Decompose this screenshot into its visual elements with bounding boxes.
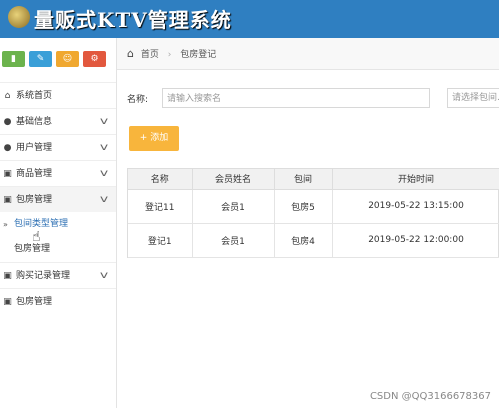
- data-table: 名称 会员姓名 包间 开始时间 登记11 会员1 包房5 2019-05-22 …: [127, 168, 499, 258]
- sidebar-item-label: 基础信息: [16, 117, 53, 127]
- image-icon: ▣: [3, 195, 12, 205]
- chevron-down-icon: v: [99, 142, 109, 153]
- app-logo-icon: [8, 6, 30, 28]
- add-button[interactable]: + 添加: [129, 126, 179, 151]
- sidebar-item-rooms[interactable]: ▣ 包房管理 v: [0, 186, 116, 212]
- column-header[interactable]: 会员姓名: [192, 169, 275, 190]
- sidebar-subitem-label: 包间类型管理: [14, 219, 69, 229]
- sidebar-item-basic-info[interactable]: ● 基础信息 v: [0, 108, 116, 134]
- sidebar-item-products[interactable]: ▣ 商品管理 v: [0, 160, 116, 186]
- chevron-down-icon: v: [99, 270, 109, 281]
- table-row[interactable]: 登记11 会员1 包房5 2019-05-22 13:15:00: [128, 189, 499, 224]
- table-cell: 会员1: [192, 223, 275, 258]
- image-icon: ▣: [3, 169, 12, 179]
- breadcrumb-separator: ›: [167, 50, 172, 60]
- chevron-down-icon: v: [99, 116, 109, 127]
- gears-icon[interactable]: ⚙: [83, 51, 106, 67]
- sidebar-item-users[interactable]: ● 用户管理 v: [0, 134, 116, 160]
- breadcrumb-current: 包房登记: [180, 50, 217, 60]
- sidebar: ▮ ✎ ☺ ⚙ ⌂ 系统首页 ● 基础信息 v ● 用户管理 v ▣ 商品管理 …: [0, 38, 117, 408]
- table-cell: 2019-05-22 12:00:00: [332, 223, 499, 258]
- column-header[interactable]: 名称: [128, 169, 193, 190]
- user-icon: ●: [3, 117, 12, 127]
- image-icon: ▣: [3, 271, 12, 281]
- pencil-icon[interactable]: ✎: [29, 51, 52, 67]
- sidebar-item-purchase-records[interactable]: ▣ 购买记录管理 v: [0, 262, 116, 288]
- user-icon: ●: [3, 143, 12, 153]
- column-header[interactable]: 包间: [274, 169, 333, 190]
- breadcrumb-home[interactable]: 首页: [141, 50, 159, 60]
- sidebar-subitem-room-manage[interactable]: 包房管理: [0, 237, 116, 262]
- table-cell: 会员1: [192, 189, 275, 224]
- bullet-icon: »: [3, 220, 8, 229]
- sidebar-item-label: 包房管理: [16, 195, 53, 205]
- chevron-down-icon: v: [99, 194, 109, 205]
- image-icon: ▣: [3, 297, 12, 307]
- chart-icon[interactable]: ▮: [2, 51, 25, 67]
- sidebar-subitem-room-types[interactable]: » 包间类型管理: [0, 212, 116, 237]
- table-cell: 包房5: [274, 189, 333, 224]
- app-title: 量贩式KTV管理系统: [34, 8, 232, 32]
- sidebar-item-home[interactable]: ⌂ 系统首页: [0, 82, 116, 108]
- main-content: ⌂ 首页 › 包房登记 名称: 请选择包间... + 添加 名称 会员姓名 包间…: [117, 38, 499, 408]
- sidebar-item-label: 用户管理: [16, 143, 53, 153]
- search-label: 名称:: [127, 95, 149, 105]
- users-icon[interactable]: ☺: [56, 51, 79, 67]
- table-row[interactable]: 登记1 会员1 包房4 2019-05-22 12:00:00: [128, 223, 499, 258]
- table-cell: 包房4: [274, 223, 333, 258]
- sidebar-item-rooms-2[interactable]: ▣ 包房管理: [0, 288, 116, 314]
- breadcrumb: ⌂ 首页 › 包房登记: [117, 38, 499, 70]
- table-cell: 登记11: [128, 189, 193, 224]
- home-icon: ⌂: [4, 91, 11, 101]
- sidebar-item-label: 购买记录管理: [16, 271, 71, 281]
- sidebar-subitem-label: 包房管理: [14, 244, 51, 254]
- mouse-pointer-icon: ☝: [32, 229, 41, 245]
- sidebar-item-label: 商品管理: [16, 169, 53, 179]
- app-header: 量贩式KTV管理系统: [0, 0, 499, 38]
- table-header-row: 名称 会员姓名 包间 开始时间: [128, 169, 499, 190]
- sidebar-toolbar: ▮ ✎ ☺ ⚙: [0, 38, 116, 82]
- chevron-down-icon: v: [99, 168, 109, 179]
- column-header[interactable]: 开始时间: [332, 169, 499, 190]
- search-input[interactable]: [162, 88, 430, 108]
- room-select[interactable]: 请选择包间...: [447, 88, 499, 108]
- sidebar-item-label: 系统首页: [16, 91, 53, 101]
- home-icon[interactable]: ⌂: [127, 47, 134, 60]
- sidebar-item-label: 包房管理: [16, 297, 53, 307]
- table-cell: 2019-05-22 13:15:00: [332, 189, 499, 224]
- table-cell: 登记1: [128, 223, 193, 258]
- watermark: CSDN @QQ3166678367: [369, 391, 491, 402]
